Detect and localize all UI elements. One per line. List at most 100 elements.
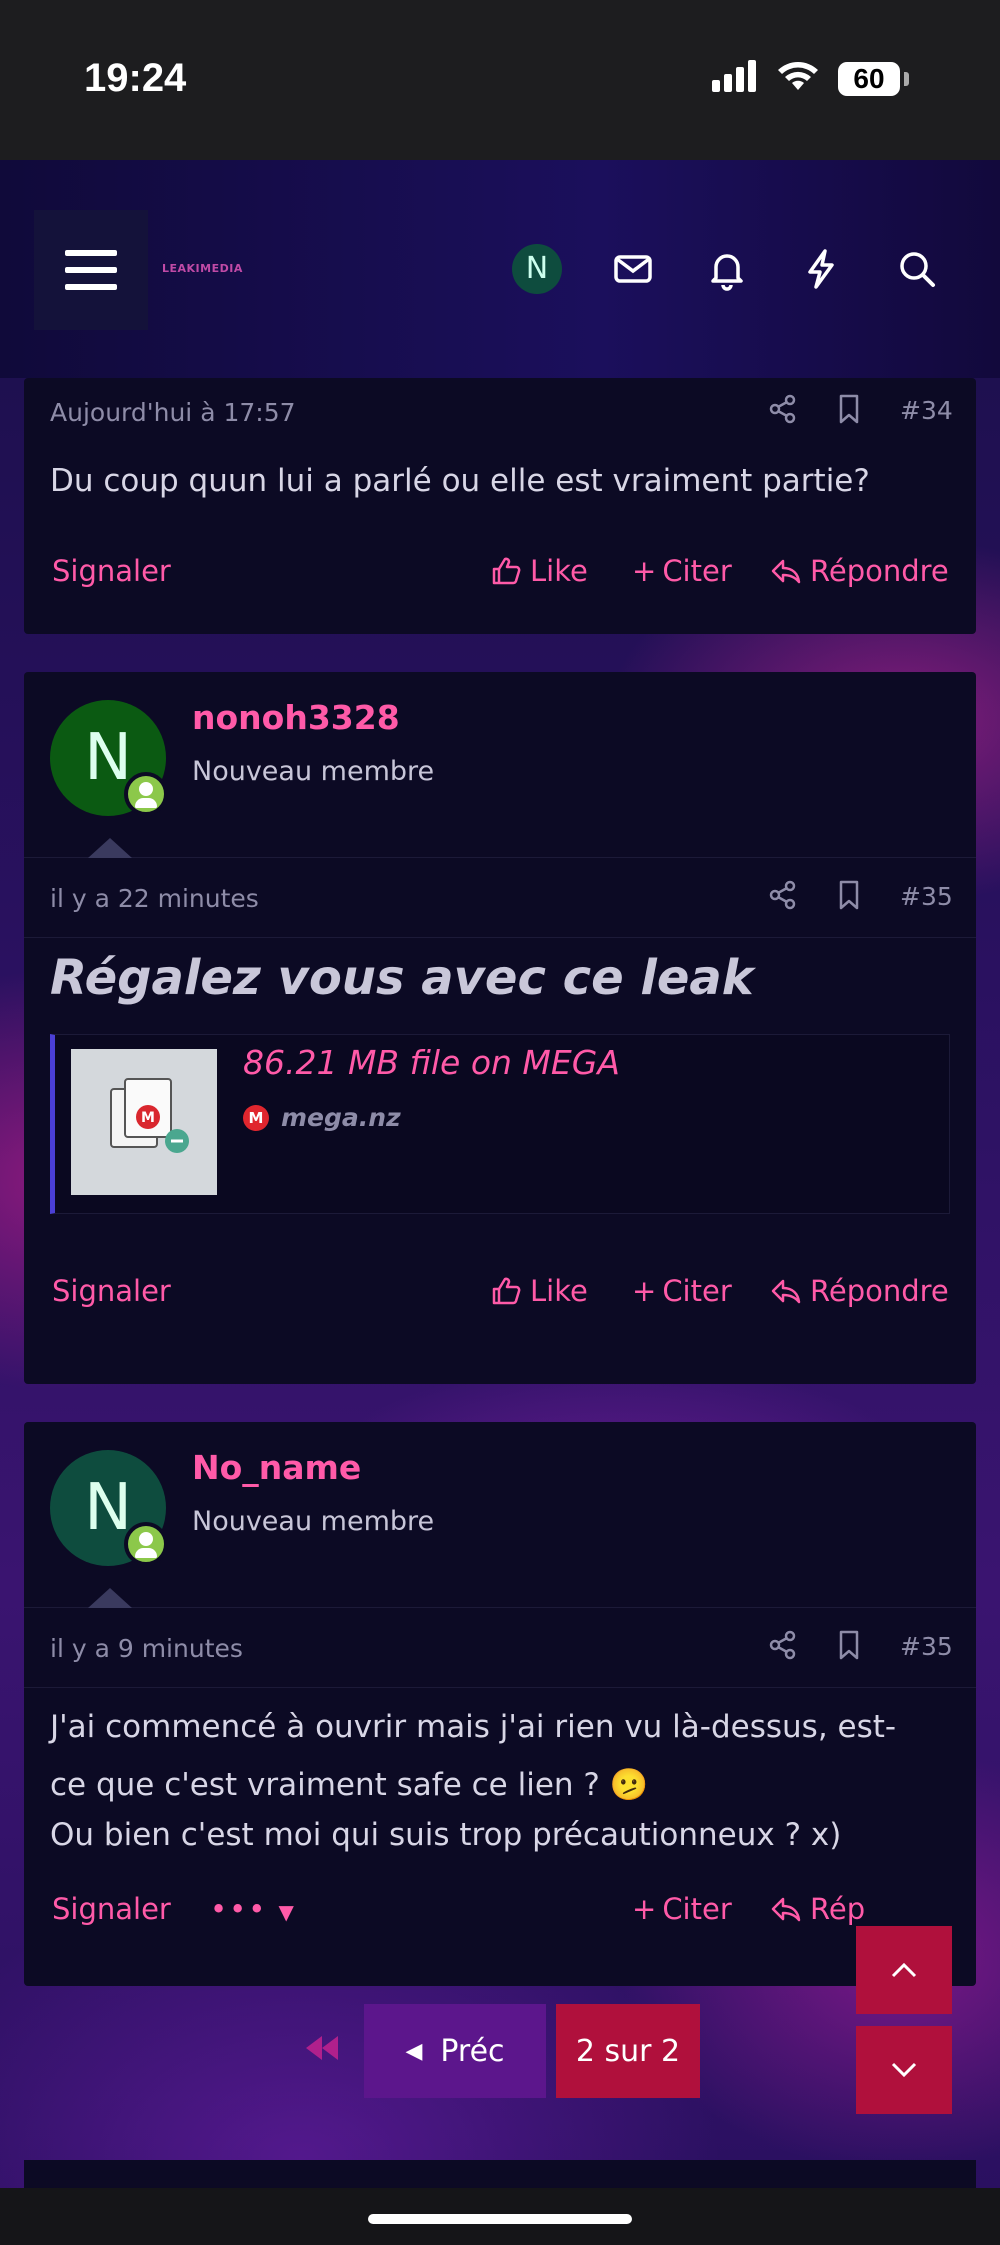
search-icon[interactable] bbox=[894, 246, 940, 292]
post-body: J'ai commencé à ouvrir mais j'ai rien vu… bbox=[24, 1688, 976, 1868]
scroll-top-button[interactable] bbox=[856, 1926, 952, 2014]
author-title: Nouveau membre bbox=[192, 756, 435, 787]
battery-indicator: 60 bbox=[838, 62, 900, 96]
prev-page-label: Préc bbox=[440, 2033, 505, 2069]
post-body: Du coup quun lui a parlé ou elle est vra… bbox=[50, 463, 870, 499]
report-button[interactable]: Signaler bbox=[52, 1274, 171, 1308]
report-button[interactable]: Signaler bbox=[52, 554, 171, 588]
post-meta: il y a 22 minutes #35 bbox=[24, 858, 976, 938]
post-date[interactable]: il y a 22 minutes bbox=[50, 884, 259, 913]
link-embed[interactable]: M 86.21 MB file on MEGA M mega.nz bbox=[50, 1034, 950, 1214]
post-author: N No_name Nouveau membre bbox=[24, 1422, 976, 1608]
scroll-bottom-button[interactable] bbox=[856, 2026, 952, 2114]
battery-tip bbox=[904, 72, 909, 86]
caret-down-icon: ▼ bbox=[278, 1900, 296, 1924]
envelope-icon[interactable] bbox=[610, 246, 656, 292]
quote-label: Citer bbox=[662, 1274, 732, 1308]
author-name[interactable]: nonoh3328 bbox=[192, 698, 400, 737]
post-number[interactable]: #35 bbox=[900, 882, 953, 911]
embed-site: M mega.nz bbox=[243, 1103, 401, 1132]
like-label: Like bbox=[530, 1274, 588, 1308]
post-34: Aujourd'hui à 17:57 #34 Du coup quun lui… bbox=[24, 378, 976, 634]
embed-title[interactable]: 86.21 MB file on MEGA bbox=[243, 1043, 620, 1082]
current-page-button[interactable]: 2 sur 2 bbox=[556, 2004, 700, 2098]
more-label: ••• bbox=[210, 1892, 268, 1926]
chevron-up-icon bbox=[891, 1962, 917, 1978]
author-title: Nouveau membre bbox=[192, 1506, 435, 1537]
status-time: 19:24 bbox=[84, 56, 187, 100]
post-meta: il y a 9 minutes #35 bbox=[24, 1608, 976, 1688]
quote-button[interactable]: + Citer bbox=[632, 554, 732, 588]
mega-logo-icon: M bbox=[243, 1104, 269, 1131]
reply-button[interactable]: Rép bbox=[770, 1892, 865, 1926]
thumbs-up-icon bbox=[492, 557, 521, 585]
svg-text:M: M bbox=[141, 1110, 155, 1126]
thumbs-up-icon bbox=[492, 1277, 521, 1305]
cellular-signal-icon bbox=[712, 60, 760, 92]
embed-site-label: mega.nz bbox=[281, 1103, 401, 1132]
author-name[interactable]: No_name bbox=[192, 1448, 361, 1487]
reply-icon bbox=[771, 559, 801, 584]
bookmark-icon[interactable] bbox=[832, 878, 866, 912]
site-logo[interactable]: LEAKIMEDIA bbox=[162, 262, 243, 275]
quote-button[interactable]: + Citer bbox=[632, 1892, 732, 1926]
post-date[interactable]: Aujourd'hui à 17:57 bbox=[50, 398, 296, 427]
post-body-line: ce que c'est vraiment safe ce lien ? 🫤 bbox=[50, 1767, 649, 1803]
quote-label: Citer bbox=[662, 1892, 732, 1926]
like-label: Like bbox=[530, 554, 588, 588]
post-number[interactable]: #35 bbox=[900, 1632, 953, 1661]
like-button[interactable]: Like bbox=[490, 1274, 588, 1308]
bookmark-icon[interactable] bbox=[832, 392, 866, 426]
caret-up-icon bbox=[88, 838, 132, 858]
user-avatar[interactable]: N bbox=[512, 244, 562, 294]
site-header: LEAKIMEDIA N bbox=[0, 160, 1000, 378]
reply-icon bbox=[771, 1897, 801, 1922]
plus-icon: + bbox=[632, 1274, 657, 1308]
caret-left-icon: ◀ bbox=[405, 2038, 423, 2064]
status-bar: 19:24 60 bbox=[0, 0, 1000, 160]
post-body-line: J'ai commencé à ouvrir mais j'ai rien vu… bbox=[50, 1709, 897, 1745]
post-headline: Régalez vous avec ce leak bbox=[50, 950, 754, 1006]
menu-button[interactable] bbox=[34, 210, 148, 330]
mega-file-icon: M bbox=[71, 1049, 217, 1195]
post-actions: Signaler Like + Citer Répondre bbox=[24, 544, 976, 630]
post-35-nonoh3328: N nonoh3328 Nouveau membre il y a 22 min… bbox=[24, 672, 976, 1384]
reply-button[interactable]: Répondre bbox=[770, 554, 949, 588]
bookmark-icon[interactable] bbox=[832, 1628, 866, 1662]
share-icon[interactable] bbox=[766, 878, 800, 912]
embed-thumbnail: M bbox=[71, 1049, 217, 1195]
share-icon[interactable] bbox=[766, 1628, 800, 1662]
more-actions-button[interactable]: ••• ▼ bbox=[210, 1892, 296, 1926]
share-icon[interactable] bbox=[766, 392, 800, 426]
quote-button[interactable]: + Citer bbox=[632, 1274, 732, 1308]
reply-label: Rép bbox=[810, 1892, 866, 1926]
online-status-icon bbox=[124, 1522, 168, 1566]
reply-label: Répondre bbox=[810, 1274, 949, 1308]
wifi-icon bbox=[778, 62, 818, 90]
post-date[interactable]: il y a 9 minutes bbox=[50, 1634, 243, 1663]
post-author: N nonoh3328 Nouveau membre bbox=[24, 672, 976, 858]
online-status-icon bbox=[124, 772, 168, 816]
chevron-down-icon bbox=[891, 2062, 917, 2078]
menu-icon bbox=[65, 250, 117, 256]
quote-label: Citer bbox=[662, 554, 732, 588]
bell-icon[interactable] bbox=[704, 246, 750, 292]
post-35-no-name: N No_name Nouveau membre il y a 9 minute… bbox=[24, 1422, 976, 1986]
first-page-icon[interactable] bbox=[302, 2032, 342, 2064]
post-number[interactable]: #34 bbox=[900, 396, 953, 425]
caret-up-icon bbox=[88, 1588, 132, 1608]
reply-button[interactable]: Répondre bbox=[770, 1274, 949, 1308]
prev-page-button[interactable]: ◀ Préc bbox=[364, 2004, 546, 2098]
post-body-line: Ou bien c'est moi qui suis trop précauti… bbox=[50, 1817, 842, 1853]
plus-icon: + bbox=[632, 1892, 657, 1926]
reply-icon bbox=[771, 1279, 801, 1304]
plus-icon: + bbox=[632, 554, 657, 588]
report-button[interactable]: Signaler bbox=[52, 1892, 171, 1926]
like-button[interactable]: Like bbox=[490, 554, 588, 588]
home-indicator[interactable] bbox=[368, 2214, 632, 2224]
post-actions: Signaler Like + Citer Répondre bbox=[24, 1250, 976, 1336]
post-meta: Aujourd'hui à 17:57 #34 bbox=[24, 378, 976, 448]
lightning-icon[interactable] bbox=[798, 246, 844, 292]
reply-label: Répondre bbox=[810, 554, 949, 588]
post-actions: Signaler ••• ▼ + Citer Rép bbox=[24, 1868, 976, 1954]
